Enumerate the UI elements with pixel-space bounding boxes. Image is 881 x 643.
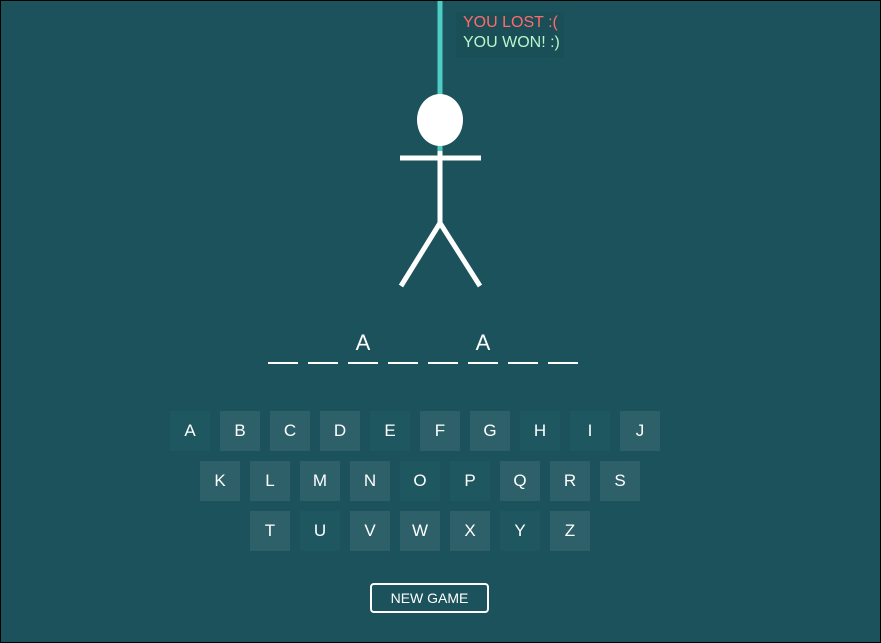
game-status: YOU LOST :( YOU WON! :) [456, 12, 564, 58]
key-n[interactable]: N [350, 461, 390, 501]
key-v[interactable]: V [350, 511, 390, 551]
key-j[interactable]: J [620, 411, 660, 451]
key-q[interactable]: Q [500, 461, 540, 501]
letter-blank-line [508, 362, 538, 364]
letter-blank-line [388, 362, 418, 364]
letter-slot [388, 327, 418, 367]
letter-blank-line [468, 362, 498, 364]
key-i[interactable]: I [570, 411, 610, 451]
key-b[interactable]: B [220, 411, 260, 451]
key-c[interactable]: C [270, 411, 310, 451]
letter-blank-line [268, 362, 298, 364]
letter-blank-line [308, 362, 338, 364]
key-p[interactable]: P [450, 461, 490, 501]
key-s[interactable]: S [600, 461, 640, 501]
key-d[interactable]: D [320, 411, 360, 451]
hangman-figure [398, 1, 483, 288]
letter-blank-line [428, 362, 458, 364]
hangman-left-leg [398, 221, 443, 288]
key-l[interactable]: L [250, 461, 290, 501]
letter-slot [308, 327, 338, 367]
key-g[interactable]: G [470, 411, 510, 451]
revealed-letter: A [475, 330, 491, 355]
key-e[interactable]: E [370, 411, 410, 451]
key-f[interactable]: F [420, 411, 460, 451]
letter-slot: A [348, 327, 378, 367]
letter-slot [428, 327, 458, 367]
letter-slot: A [468, 327, 498, 367]
game-area: YOU LOST :( YOU WON! :) AA ABCDEFGHIJKLM… [1, 1, 880, 642]
key-a[interactable]: A [170, 411, 210, 451]
key-y[interactable]: Y [500, 511, 540, 551]
hangman-head [417, 94, 463, 146]
key-k[interactable]: K [200, 461, 240, 501]
key-m[interactable]: M [300, 461, 340, 501]
letter-blank-line [548, 362, 578, 364]
key-h[interactable]: H [520, 411, 560, 451]
key-t[interactable]: T [250, 511, 290, 551]
letter-blank-line [348, 362, 378, 364]
key-r[interactable]: R [550, 461, 590, 501]
new-game-button[interactable]: NEW GAME [370, 583, 489, 613]
hangman-right-leg [437, 221, 483, 288]
key-o[interactable]: O [400, 461, 440, 501]
key-w[interactable]: W [400, 511, 440, 551]
letter-slot [268, 327, 298, 367]
letter-slot [548, 327, 578, 367]
lost-message: YOU LOST :( [463, 14, 558, 31]
key-z[interactable]: Z [550, 511, 590, 551]
key-x[interactable]: X [450, 511, 490, 551]
won-message: YOU WON! :) [463, 34, 560, 51]
revealed-letter: A [355, 330, 371, 355]
letter-slot [508, 327, 538, 367]
key-u[interactable]: U [300, 511, 340, 551]
